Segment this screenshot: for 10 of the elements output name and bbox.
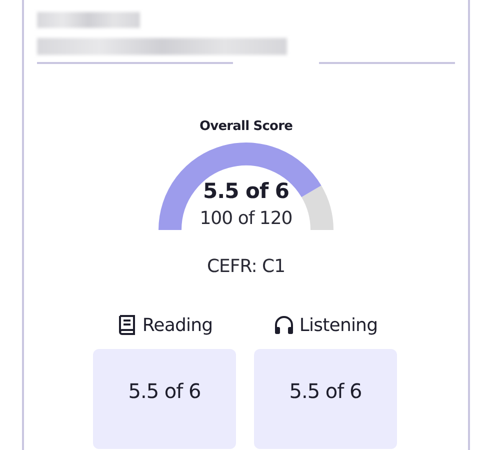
headphones-icon	[273, 314, 296, 336]
section-score: 5.5 of 6	[128, 379, 201, 405]
section-score: 5.5 of 6	[289, 379, 362, 405]
raw-score: 100 of 120	[200, 208, 292, 229]
overall-score-title: Overall Score	[200, 119, 292, 134]
band-score: 5.5 of 6	[203, 179, 289, 203]
cefr-level: CEFR: C1	[206, 256, 286, 277]
section-label: Reading	[142, 314, 213, 336]
section-label: Listening	[299, 314, 378, 336]
gauge-track	[301, 186, 334, 231]
